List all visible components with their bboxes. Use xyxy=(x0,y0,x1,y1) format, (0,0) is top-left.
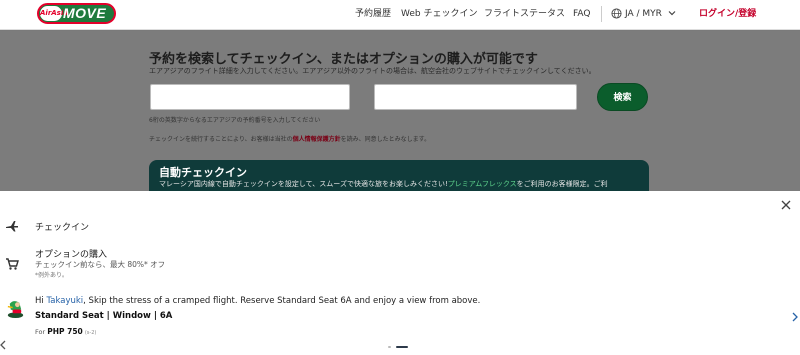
login-register-link[interactable]: ログイン/登録 xyxy=(699,0,756,28)
checkin-option[interactable]: チェックイン xyxy=(35,220,89,233)
nav-divider xyxy=(601,6,602,22)
airplane-icon xyxy=(6,221,18,232)
search-button[interactable]: 検索 xyxy=(597,83,648,111)
booking-number-input[interactable] xyxy=(150,84,350,110)
auto-checkin-title: 自動チェックイン xyxy=(159,166,247,179)
page-subtitle: エアアジアのフライト詳細を入力してください。エアアジア以外のフライトの場合は、航… xyxy=(149,67,596,75)
seat-offer-price: For PHP 750 (s-2) xyxy=(35,327,96,336)
logo-airasia-mark: AirAsia xyxy=(40,6,68,21)
consent-text: チェックインを続行することにより、お客様は当社の個人情報保護方針を読み、同意した… xyxy=(149,134,430,143)
auto-checkin-desc: マレーシア国内線で自動チェックインを設定して、スムーズで快適な旅をお楽しみくださ… xyxy=(159,179,647,189)
auto-checkin-desc-suffix: をご利用のお客様限定。ご利 xyxy=(516,180,608,188)
cart-icon xyxy=(6,258,19,270)
price-tag: (s-2) xyxy=(84,330,97,336)
seat-promo-illustration xyxy=(7,301,24,319)
user-name: Takayuki xyxy=(46,296,84,306)
carousel-dot-2-active[interactable] xyxy=(396,346,408,348)
bottom-sheet xyxy=(0,191,800,355)
chevron-down-icon[interactable] xyxy=(668,9,676,17)
last-name-input[interactable] xyxy=(374,84,577,110)
consent-suffix: を読み、同意したとみなします。 xyxy=(340,136,431,143)
addons-option-note: *例外あり。 xyxy=(35,272,68,279)
top-header: AirAsia MOVE 予約履歴 Web チェックイン フライトステータス F… xyxy=(0,0,800,30)
price-prefix: For xyxy=(35,328,48,336)
airasia-move-logo[interactable]: AirAsia MOVE xyxy=(37,3,116,24)
auto-checkin-banner: 自動チェックイン マレーシア国内線で自動チェックインを設定して、スムーズで快適な… xyxy=(149,160,649,191)
greet-suffix: , Skip the stress of a cramped flight. R… xyxy=(83,296,481,306)
seat-promo-message: Hi Takayuki, Skip the stress of a crampe… xyxy=(35,296,480,306)
nav-flight-status[interactable]: フライトステータス xyxy=(484,0,565,30)
premium-flex-link[interactable]: プレミアムフレックス xyxy=(448,180,517,188)
arrow-right-icon[interactable] xyxy=(792,312,798,322)
nav-faq[interactable]: FAQ xyxy=(573,0,590,30)
greet-prefix: Hi xyxy=(35,296,47,306)
locale-selector[interactable]: JA / MYR xyxy=(625,0,662,30)
consent-prefix: チェックインを続行することにより、お客様は当社の xyxy=(149,136,293,143)
page-title: 予約を検索してチェックイン、またはオプションの購入が可能です xyxy=(149,52,538,67)
arrow-left-icon[interactable] xyxy=(0,340,6,350)
price-amount: PHP 750 xyxy=(47,327,83,336)
logo-move-text: MOVE xyxy=(63,5,107,21)
privacy-policy-link[interactable]: 個人情報保護方針 xyxy=(293,136,341,143)
carousel-dot-1[interactable] xyxy=(388,346,391,348)
addons-option-subtitle: チェックイン前なら、最大 80%* オフ xyxy=(35,260,166,269)
nav-my-bookings[interactable]: 予約履歴 xyxy=(355,0,391,30)
close-icon[interactable] xyxy=(780,199,792,211)
seat-offer-title[interactable]: Standard Seat | Window | 6A xyxy=(35,311,172,321)
auto-checkin-desc-prefix: マレーシア国内線で自動チェックインを設定して、スムーズで快適な旅をお楽しみくださ… xyxy=(159,180,448,188)
globe-icon[interactable] xyxy=(611,8,622,19)
nav-web-checkin[interactable]: Web チェックイン xyxy=(401,0,477,30)
booking-number-hint: 6桁の英数字からなるエアアジアの予約番号を入力してください xyxy=(149,117,321,124)
